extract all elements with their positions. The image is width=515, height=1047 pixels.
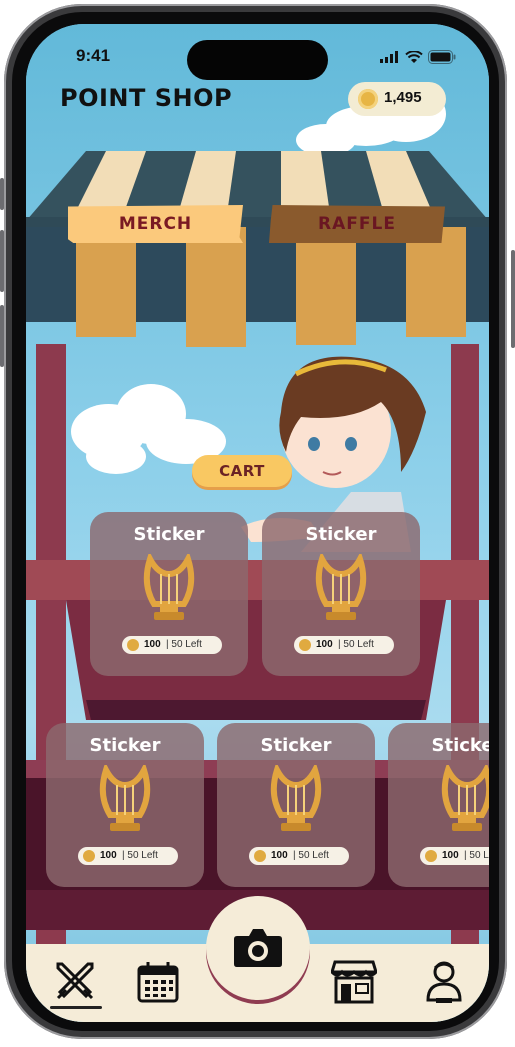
coin-balance-value: 1,495: [384, 89, 422, 106]
coin-icon: [299, 639, 311, 651]
price-tag: 100 | 50 Left: [420, 847, 489, 865]
product-card[interactable]: Sticker 100 | 50 Left: [388, 723, 489, 887]
price-tag: 100 | 50 Left: [294, 636, 394, 654]
stock-left: | 50 Left: [122, 850, 158, 861]
calendar-icon[interactable]: [136, 960, 180, 1004]
price-tag: 100 | 50 Left: [78, 847, 178, 865]
cloud: [86, 439, 146, 474]
app-screen: 9:41 POINT SHOP 1,495 MERCH RAFFLE CART …: [26, 24, 489, 1022]
price-tag: 100 | 50 Left: [122, 636, 222, 654]
coin-balance: 1,495: [348, 82, 446, 116]
product-title: Sticker: [89, 735, 161, 756]
wifi-icon: [405, 51, 423, 63]
tab-merch-label: MERCH: [118, 214, 193, 234]
product-card[interactable]: Sticker 100 | 50 Left: [90, 512, 248, 676]
profile-bust-icon[interactable]: [424, 960, 464, 1004]
crossed-swords-icon[interactable]: [54, 960, 96, 1002]
price-value: 100: [442, 850, 459, 861]
price-value: 100: [316, 639, 333, 650]
lyre-icon: [99, 765, 151, 831]
lyre-icon: [441, 765, 489, 831]
stock-left: | 50 Left: [464, 850, 489, 861]
coin-icon: [254, 850, 266, 862]
price-tag: 100 | 50 Left: [249, 847, 349, 865]
lyre-icon: [270, 765, 322, 831]
product-title: Sticker: [305, 524, 377, 545]
dynamic-island: [187, 40, 328, 80]
cart-button[interactable]: CART: [192, 455, 292, 487]
product-title: Sticker: [133, 524, 205, 545]
cellular-signal-icon: [380, 51, 398, 63]
price-value: 100: [144, 639, 161, 650]
product-card[interactable]: Sticker 100 | 50 Left: [46, 723, 204, 887]
status-bar: 9:41: [26, 24, 489, 80]
product-title: Sticker: [431, 735, 490, 756]
price-value: 100: [100, 850, 117, 861]
product-card[interactable]: Sticker 100 | 50 Left: [217, 723, 375, 887]
shop-icon[interactable]: [331, 960, 377, 1004]
lyre-icon: [143, 554, 195, 620]
battery-icon: [428, 50, 456, 64]
active-tab-indicator: [50, 1006, 102, 1009]
coin-icon: [425, 850, 437, 862]
stock-left: | 50 Left: [166, 639, 202, 650]
power-button: [511, 250, 515, 348]
stock-left: | 50 Left: [338, 639, 374, 650]
coin-icon: [127, 639, 139, 651]
lyre-icon: [315, 554, 367, 620]
tab-raffle-label: RAFFLE: [318, 214, 396, 234]
camera-button[interactable]: [206, 896, 310, 1000]
coin-icon: [358, 89, 378, 109]
camera-icon: [234, 929, 282, 967]
product-card[interactable]: Sticker 100 | 50 Left: [262, 512, 420, 676]
tab-raffle[interactable]: RAFFLE: [269, 205, 445, 243]
coin-icon: [83, 850, 95, 862]
stock-left: | 50 Left: [293, 850, 329, 861]
status-time: 9:41: [76, 46, 111, 65]
product-title: Sticker: [260, 735, 332, 756]
page-title: POINT SHOP: [60, 84, 233, 112]
price-value: 100: [271, 850, 288, 861]
tab-merch[interactable]: MERCH: [68, 205, 243, 243]
